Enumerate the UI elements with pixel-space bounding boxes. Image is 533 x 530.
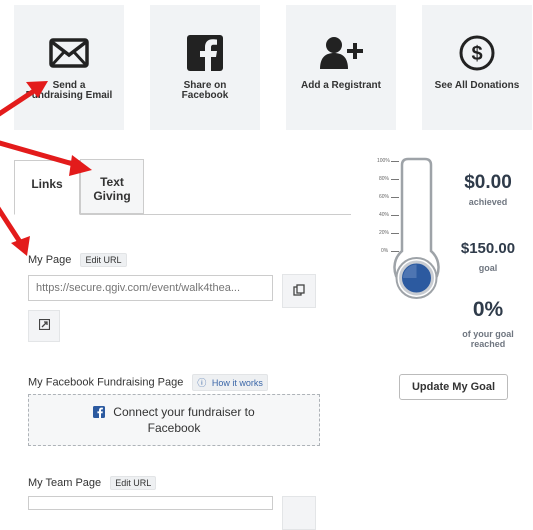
goal-percent: 0% — [472, 298, 504, 321]
connect-facebook-label: Connect your fundraiser to Facebook — [113, 405, 255, 435]
thermometer-graphic — [393, 157, 440, 299]
how-it-works-label: How it works — [211, 378, 263, 388]
goal-percent-label: of your goal reached — [462, 329, 514, 349]
info-icon: ⓘ — [197, 378, 207, 388]
achieved-label: achieved — [468, 197, 508, 207]
tab-links[interactable]: Links — [14, 160, 80, 215]
tab-text-giving[interactable]: Text Giving — [80, 159, 144, 214]
see-donations-label: See All Donations — [434, 80, 520, 91]
add-registrant-tile[interactable]: Add a Registrant — [286, 5, 396, 130]
external-link-icon — [38, 318, 50, 333]
share-on-facebook-tile[interactable]: Share on Facebook — [150, 5, 260, 130]
how-it-works-link[interactable]: ⓘ How it works — [192, 374, 268, 391]
open-page-button[interactable] — [28, 310, 60, 342]
see-all-donations-tile[interactable]: $ See All Donations — [422, 5, 532, 130]
add-registrant-label: Add a Registrant — [300, 80, 381, 91]
team-copy-url-button[interactable] — [282, 496, 316, 530]
send-email-label: Send a Fundraising Email — [25, 80, 113, 101]
connect-facebook-button[interactable]: Connect your fundraiser to Facebook — [28, 394, 320, 446]
my-page-label: My Page — [28, 253, 72, 266]
dollar-circle-icon: $ — [458, 29, 496, 77]
update-goal-button[interactable]: Update My Goal — [399, 374, 508, 400]
team-page-label: My Team Page — [28, 476, 102, 489]
add-user-icon — [318, 29, 364, 77]
tab-links-label: Links — [31, 177, 63, 191]
goal-amount: $150.00 — [460, 240, 516, 257]
facebook-page-label: My Facebook Fundraising Page — [28, 376, 184, 389]
thermometer: 100% 80% 60% 40% 20% 0% — [373, 155, 445, 305]
facebook-square-icon — [93, 406, 106, 421]
envelope-icon — [49, 29, 89, 77]
svg-text:$: $ — [471, 43, 482, 65]
edit-url-button[interactable]: Edit URL — [80, 253, 127, 267]
send-fundraising-email-tile[interactable]: Send a Fundraising Email — [14, 5, 124, 130]
facebook-icon — [187, 29, 223, 77]
my-page-row: My Page Edit URL — [28, 253, 127, 267]
achieved-amount: $0.00 — [464, 172, 512, 193]
team-page-url-input[interactable] — [28, 496, 273, 510]
tab-text-giving-label: Text Giving — [93, 175, 131, 203]
copy-url-button[interactable] — [282, 274, 316, 308]
team-edit-url-button[interactable]: Edit URL — [110, 476, 157, 490]
team-page-row: My Team Page Edit URL — [28, 476, 157, 490]
copy-icon — [293, 283, 305, 299]
facebook-page-row: My Facebook Fundraising Page ⓘ How it wo… — [28, 374, 268, 391]
goal-label: goal — [478, 263, 498, 273]
my-page-url-input[interactable] — [28, 275, 273, 301]
share-facebook-label: Share on Facebook — [181, 80, 229, 101]
